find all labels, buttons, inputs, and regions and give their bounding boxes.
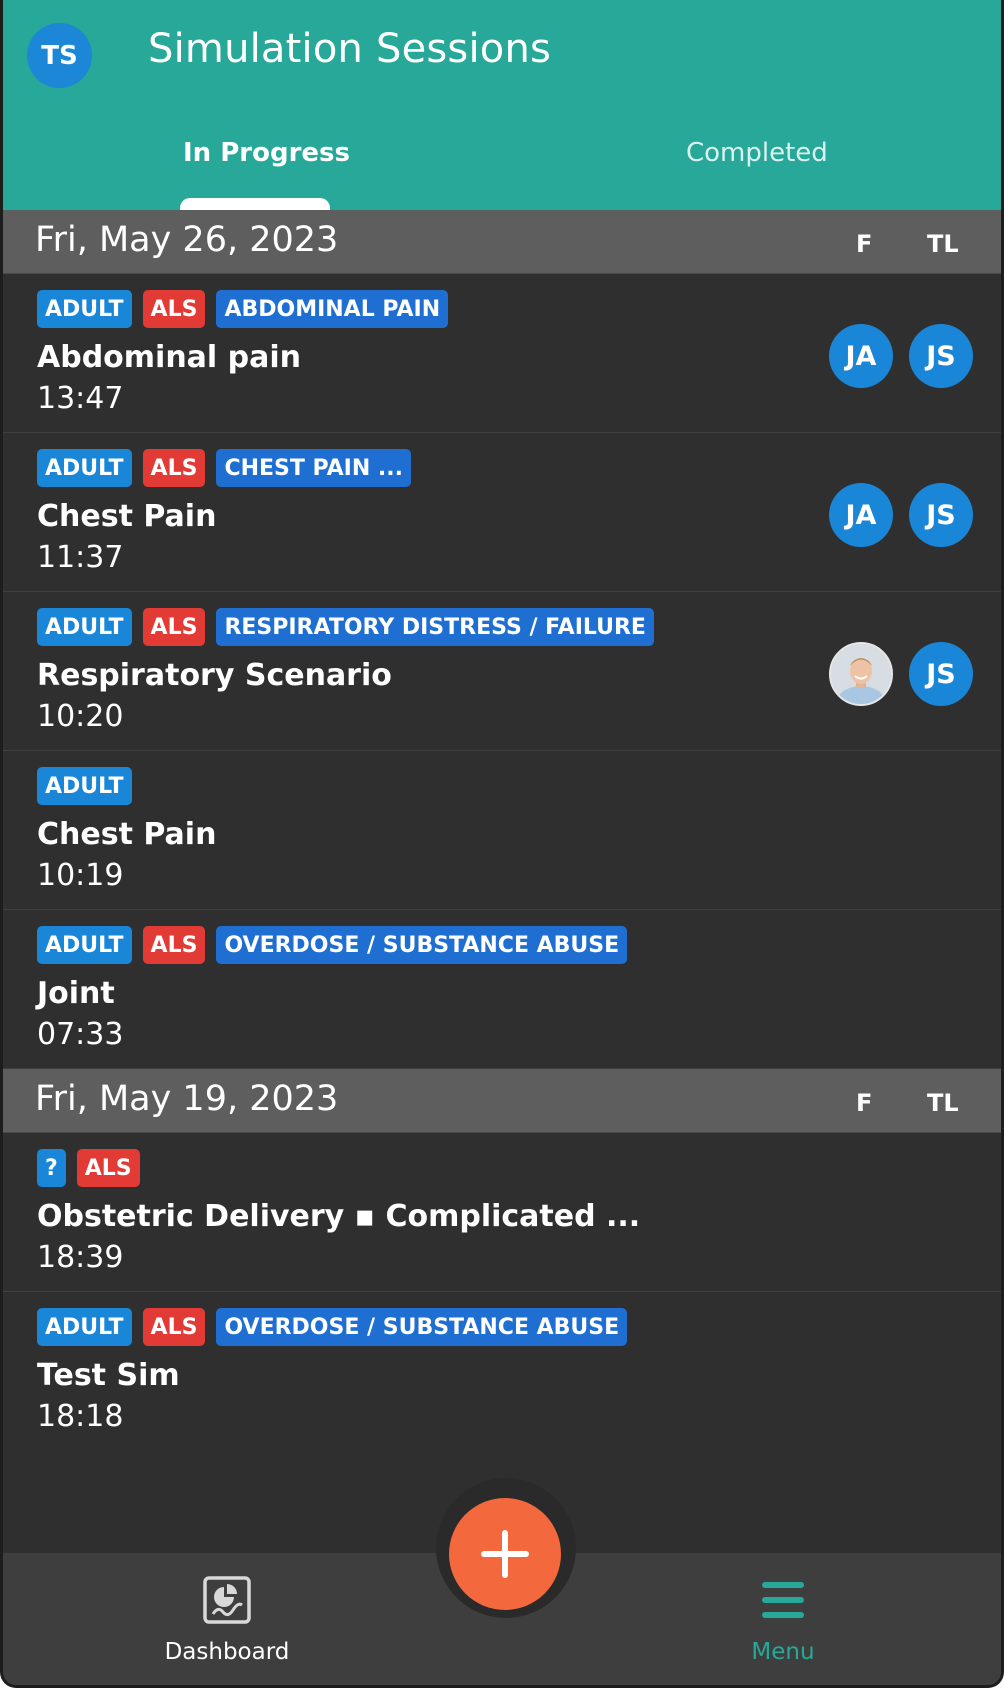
tag-list: ADULT ALS OVERDOSE / SUBSTANCE ABUSE: [37, 926, 628, 964]
team-lead-avatar: JS: [909, 483, 973, 547]
group-date: Fri, May 26, 2023: [35, 220, 339, 260]
session-title: Abdominal pain: [37, 340, 302, 375]
hamburger-icon: [762, 1582, 804, 1618]
session-title: Chest Pain: [37, 499, 217, 534]
tab-in-progress[interactable]: In Progress: [183, 138, 350, 168]
column-header-f: F: [856, 1089, 873, 1117]
session-time: 11:37: [37, 540, 124, 575]
tag-age: ?: [37, 1149, 66, 1187]
tag-level: ALS: [142, 449, 206, 487]
tag-level: ALS: [142, 926, 206, 964]
session-row[interactable]: ADULT ALS OVERDOSE / SUBSTANCE ABUSE Joi…: [3, 910, 1001, 1069]
tag-level: ALS: [76, 1149, 140, 1187]
session-title: Obstetric Delivery ▪ Complicated ...: [37, 1199, 641, 1234]
tab-bar: In Progress Completed: [3, 120, 1001, 212]
date-group-header: Fri, May 19, 2023 F TL: [3, 1069, 1001, 1133]
column-header-f: F: [856, 230, 873, 258]
dashboard-chart-icon: [203, 1576, 251, 1624]
tag-level: ALS: [142, 290, 206, 328]
tab-completed[interactable]: Completed: [686, 138, 828, 168]
session-row[interactable]: ? ALS Obstetric Delivery ▪ Complicated .…: [3, 1133, 1001, 1292]
tag-age: ADULT: [37, 926, 132, 964]
page-title: Simulation Sessions: [148, 26, 552, 72]
facilitator-avatar: JA: [829, 483, 893, 547]
tag-list: ADULT ALS ABDOMINAL PAIN: [37, 290, 449, 328]
session-list[interactable]: Fri, May 26, 2023 F TL ADULT ALS ABDOMIN…: [3, 210, 1001, 1451]
tag-level: ALS: [142, 1308, 206, 1346]
nav-dashboard[interactable]: Dashboard: [127, 1575, 327, 1665]
tag-list: ? ALS: [37, 1149, 140, 1187]
group-date: Fri, May 19, 2023: [35, 1079, 339, 1119]
session-title: Respiratory Scenario: [37, 658, 392, 693]
session-time: 18:39: [37, 1240, 124, 1275]
facilitator-avatar: JA: [829, 324, 893, 388]
tag-list: ADULT ALS CHEST PAIN ...: [37, 449, 411, 487]
tag-level: ALS: [142, 608, 206, 646]
plus-icon: [481, 1530, 529, 1578]
tag-category: RESPIRATORY DISTRESS / FAILURE: [216, 608, 654, 646]
tag-age: ADULT: [37, 449, 132, 487]
tag-age: ADULT: [37, 767, 132, 805]
column-header-tl: TL: [927, 230, 959, 258]
session-time: 13:47: [37, 381, 124, 416]
session-row[interactable]: ADULT ALS RESPIRATORY DISTRESS / FAILURE…: [3, 592, 1001, 751]
nav-menu-label: Menu: [751, 1639, 815, 1665]
session-title: Joint: [37, 976, 115, 1011]
session-row[interactable]: ADULT ALS CHEST PAIN ... Chest Pain 11:3…: [3, 433, 1001, 592]
tag-age: ADULT: [37, 1308, 132, 1346]
session-time: 07:33: [37, 1017, 124, 1052]
nav-dashboard-label: Dashboard: [164, 1639, 290, 1665]
session-row[interactable]: ADULT Chest Pain 10:19: [3, 751, 1001, 910]
session-time: 18:18: [37, 1399, 124, 1434]
nav-menu[interactable]: Menu: [683, 1575, 883, 1665]
session-time: 10:20: [37, 699, 124, 734]
user-avatar[interactable]: TS: [27, 23, 92, 88]
team-lead-avatar: JS: [909, 642, 973, 706]
session-row[interactable]: ADULT ALS ABDOMINAL PAIN Abdominal pain …: [3, 274, 1001, 433]
tag-age: ADULT: [37, 290, 132, 328]
session-title: Chest Pain: [37, 817, 217, 852]
tag-list: ADULT ALS OVERDOSE / SUBSTANCE ABUSE: [37, 1308, 628, 1346]
session-title: Test Sim: [37, 1358, 180, 1393]
tag-category: ABDOMINAL PAIN: [216, 290, 449, 328]
session-row[interactable]: ADULT ALS OVERDOSE / SUBSTANCE ABUSE Tes…: [3, 1292, 1001, 1451]
tag-category: OVERDOSE / SUBSTANCE ABUSE: [216, 926, 628, 964]
facilitator-photo-avatar: [829, 642, 893, 706]
tag-category: CHEST PAIN ...: [216, 449, 411, 487]
tag-age: ADULT: [37, 608, 132, 646]
app-header: TS Simulation Sessions In Progress Compl…: [3, 0, 1001, 212]
team-lead-avatar: JS: [909, 324, 973, 388]
tag-list: ADULT: [37, 767, 132, 805]
person-photo-icon: [831, 644, 891, 704]
app-window: TS Simulation Sessions In Progress Compl…: [0, 0, 1004, 1688]
tag-list: ADULT ALS RESPIRATORY DISTRESS / FAILURE: [37, 608, 654, 646]
session-time: 10:19: [37, 858, 124, 893]
date-group-header: Fri, May 26, 2023 F TL: [3, 210, 1001, 274]
add-session-button[interactable]: [449, 1498, 561, 1610]
tag-category: OVERDOSE / SUBSTANCE ABUSE: [216, 1308, 628, 1346]
column-header-tl: TL: [927, 1089, 959, 1117]
